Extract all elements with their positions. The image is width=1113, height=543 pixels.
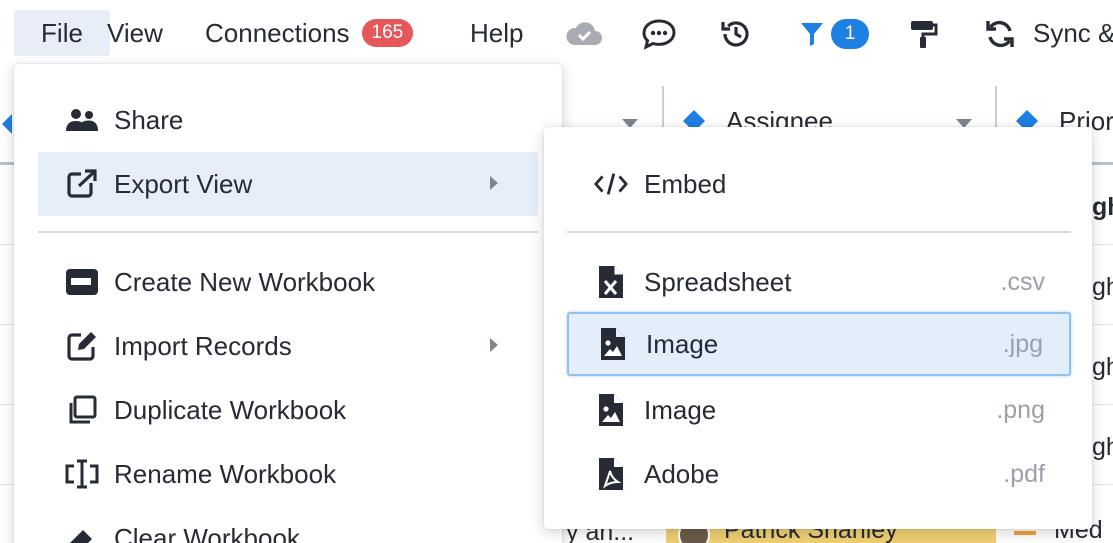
menu-item-label: Create New Workbook	[114, 266, 376, 297]
table-cell[interactable]: gh	[1092, 193, 1113, 222]
file-extension: .jpg	[1002, 329, 1043, 358]
row-divider	[0, 244, 14, 245]
edit-icon	[64, 328, 100, 364]
menu-item-label: Share	[114, 104, 184, 135]
id-card-icon	[64, 264, 100, 300]
file-menu-button[interactable]: File	[14, 10, 110, 56]
row-divider	[0, 324, 14, 325]
cloud-icon[interactable]	[564, 14, 604, 54]
help-menu-label: Help	[470, 17, 524, 48]
sync-icon[interactable]	[980, 14, 1020, 54]
code-icon	[594, 167, 628, 201]
menu-item-export-view[interactable]: Export View	[38, 152, 538, 216]
table-cell[interactable]: gh	[1092, 433, 1113, 462]
paint-roller-icon[interactable]	[904, 14, 944, 54]
file-image-icon	[594, 393, 628, 427]
menu-item-create-new-workbook[interactable]: Create New Workbook	[38, 250, 538, 314]
copy-icon	[64, 392, 100, 428]
menu-item-clear-workbook[interactable]: Clear Workbook	[38, 506, 538, 543]
menu-item-share[interactable]: Share	[38, 88, 538, 152]
file-extension: .csv	[1000, 267, 1045, 296]
menu-item-label: Clear Workbook	[114, 522, 300, 543]
chevron-right-icon	[490, 338, 498, 352]
users-icon	[64, 102, 100, 138]
file-image-icon	[596, 327, 630, 361]
row-divider	[0, 484, 14, 485]
row-divider	[1092, 324, 1113, 325]
table-cell[interactable]: gh	[1092, 353, 1113, 382]
connections-menu-button[interactable]: Connections 165	[205, 10, 414, 56]
file-menu-label: File	[41, 17, 83, 48]
submenu-item-label: Image	[644, 394, 717, 425]
submenu-item-image-png[interactable]: Image .png	[567, 378, 1071, 442]
external-link-icon	[64, 166, 100, 202]
file-dropdown-menu: Share Export View Create New Workbook Im…	[14, 64, 562, 543]
eraser-icon	[64, 520, 100, 543]
file-excel-icon	[594, 265, 628, 299]
submenu-item-image-jpg[interactable]: Image .jpg	[567, 312, 1071, 376]
submenu-item-adobe-pdf[interactable]: Adobe .pdf	[567, 442, 1071, 506]
connections-menu-label: Connections	[205, 17, 350, 48]
column-type-icon	[0, 114, 12, 134]
sync-label: Sync &	[1033, 17, 1113, 48]
menu-item-import-records[interactable]: Import Records	[38, 314, 538, 378]
submenu-item-spreadsheet-csv[interactable]: Spreadsheet .csv	[567, 250, 1071, 314]
view-menu-button[interactable]: View	[107, 10, 163, 56]
submenu-item-label: Embed	[644, 168, 727, 199]
submenu-item-label: Spreadsheet	[644, 266, 792, 297]
submenu-item-embed[interactable]: Embed	[567, 152, 1071, 216]
menu-item-rename-workbook[interactable]: Rename Workbook	[38, 442, 538, 506]
chevron-right-icon	[490, 176, 498, 190]
filter-count-badge: 1	[831, 19, 869, 49]
menu-item-label: Export View	[114, 168, 253, 199]
view-menu-label: View	[107, 17, 163, 48]
export-view-submenu: Embed Spreadsheet .csv Image .jpg Image …	[544, 127, 1092, 529]
priority-indicator	[1014, 531, 1036, 535]
file-extension: .pdf	[1003, 459, 1045, 488]
filter-icon[interactable]	[792, 14, 832, 54]
connections-count-badge: 165	[361, 19, 414, 47]
table-cell[interactable]: gh	[1092, 273, 1113, 302]
menubar: File View Connections 165 Help 1 Sync &	[0, 0, 1113, 66]
text-cursor-icon	[64, 456, 100, 492]
menu-separator	[38, 231, 538, 233]
file-pdf-icon	[594, 457, 628, 491]
file-extension: .png	[996, 395, 1045, 424]
menu-item-duplicate-workbook[interactable]: Duplicate Workbook	[38, 378, 538, 442]
comments-icon[interactable]	[639, 14, 679, 54]
sync-button[interactable]: Sync &	[1033, 10, 1113, 56]
menu-separator	[567, 231, 1071, 233]
menu-item-label: Rename Workbook	[114, 458, 337, 489]
help-menu-button[interactable]: Help	[470, 10, 523, 56]
menu-item-label: Duplicate Workbook	[114, 394, 347, 425]
submenu-item-label: Image	[646, 328, 719, 359]
row-divider	[0, 404, 14, 405]
row-divider	[1092, 244, 1113, 245]
menu-item-label: Import Records	[114, 330, 292, 361]
row-divider	[1092, 404, 1113, 405]
history-icon[interactable]	[716, 14, 756, 54]
row-divider	[1092, 484, 1113, 485]
submenu-item-label: Adobe	[644, 458, 720, 489]
